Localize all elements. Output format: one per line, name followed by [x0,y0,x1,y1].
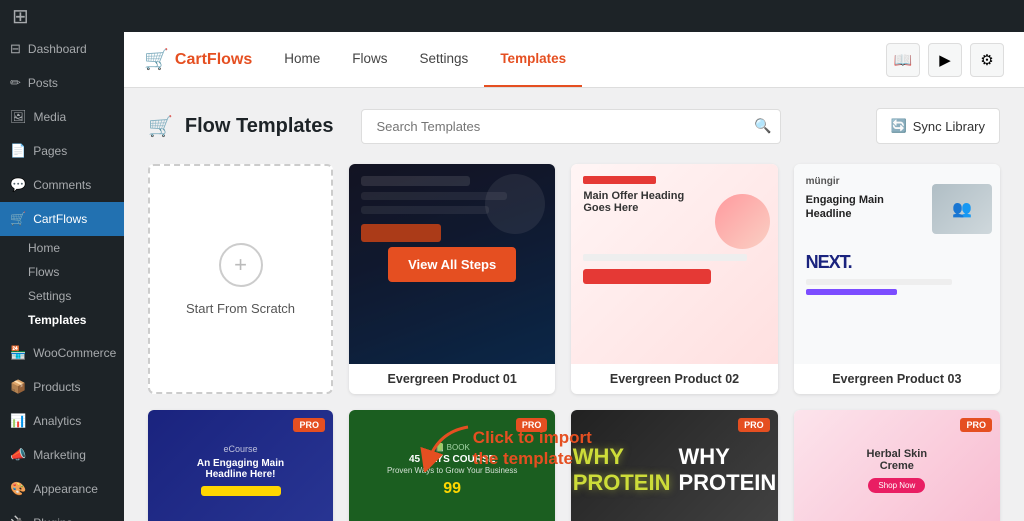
sidebar-sub-templates[interactable]: Templates [0,308,124,332]
arrow-svg [418,422,478,472]
cartflows-logo-icon: 🛒 [144,47,169,72]
template-img-1: View All Steps [349,164,555,364]
search-icon: 🔍 [754,118,771,135]
card1-overlay: View All Steps [349,164,555,364]
flow-templates-icon: 🛒 [148,114,173,139]
sidebar-item-woocommerce[interactable]: 🏪 WooCommerce [0,336,124,370]
tab-settings[interactable]: Settings [404,32,485,87]
video-icon-btn[interactable]: ▶ [928,43,962,77]
topnav-right-icons: 📖 ▶ ⚙ [886,43,1004,77]
cartflows-icon: 🛒 [10,211,26,227]
click-annotation: Click to importthe template [473,427,592,470]
cartflows-logo[interactable]: 🛒 CartFlows [144,47,252,72]
template-grid-row1: + Start From Scratch [148,164,1000,394]
top-nav-items: Home Flows Settings Templates [268,32,582,87]
sync-icon: 🔄 [891,118,907,134]
marketing-icon: 📣 [10,447,26,463]
sync-library-button[interactable]: 🔄 Sync Library [876,108,1000,144]
sidebar-item-marketing[interactable]: 📣 Marketing [0,438,124,472]
pro-badge-7: PRO [960,418,992,432]
scratch-plus-icon: + [219,243,263,287]
template-footer-1: Evergreen Product 01 [349,364,555,394]
tab-home[interactable]: Home [268,32,336,87]
page-header: 🛒 Flow Templates 🔍 🔄 Sync Library [148,108,1000,144]
sidebar-item-comments[interactable]: 💬 Comments [0,168,124,202]
sidebar-sub-settings[interactable]: Settings [0,284,124,308]
search-input[interactable] [361,109,781,144]
wp-logo-icon: ⊞ [12,4,29,29]
woocommerce-icon: 🏪 [10,345,26,361]
sidebar-sub-flows[interactable]: Flows [0,260,124,284]
pro-badge-4: PRO [293,418,325,432]
tab-templates[interactable]: Templates [484,32,582,87]
sidebar-item-products[interactable]: 📦 Products [0,370,124,404]
analytics-icon: 📊 [10,413,26,429]
pages-icon: 📄 [10,143,26,159]
sidebar-sub-home[interactable]: Home [0,236,124,260]
main-content: 🛒 CartFlows Home Flows Settings Template… [124,32,1024,521]
sidebar-item-cartflows[interactable]: 🛒 CartFlows [0,202,124,236]
scratch-label: Start From Scratch [186,301,295,316]
template-card-2[interactable]: Main Offer HeadingGoes Here Evergreen Pr… [571,164,777,394]
sidebar-item-dashboard[interactable]: ⊟ Dashboard [0,32,124,66]
sidebar-item-analytics[interactable]: 📊 Analytics [0,404,124,438]
tab-flows[interactable]: Flows [336,32,403,87]
appearance-icon: 🎨 [10,481,26,497]
dashboard-icon: ⊟ [10,41,21,57]
page-title: Flow Templates [185,115,334,138]
template-card-1[interactable]: View All Steps Evergreen Product 01 [349,164,555,394]
template-img-2: Main Offer HeadingGoes Here [571,164,777,364]
plugins-icon: 🔌 [10,515,26,521]
sidebar-item-posts[interactable]: ✏ Posts [0,66,124,100]
sidebar-item-media[interactable]: 🖼 Media [0,100,124,134]
cartflows-logo-text: CartFlows [175,51,252,69]
template-card-7[interactable]: PRO Herbal SkinCreme Shop Now [794,410,1000,521]
posts-icon: ✏ [10,75,21,91]
template-card-3[interactable]: müngir Engaging MainHeadline 👥 NEXT. Eve… [794,164,1000,394]
book-icon-btn[interactable]: 📖 [886,43,920,77]
template-footer-3: Evergreen Product 03 [794,364,1000,394]
comments-icon: 💬 [10,177,26,193]
top-nav: 🛒 CartFlows Home Flows Settings Template… [124,32,1024,88]
pro-badge-6: PRO [738,418,770,432]
template-footer-2: Evergreen Product 02 [571,364,777,394]
annotation-text: Click to importthe template [473,427,592,470]
scratch-card[interactable]: + Start From Scratch [148,164,333,394]
settings-icon-btn[interactable]: ⚙ [970,43,1004,77]
template-card-6[interactable]: PRO WHYPROTEIN WHYPROTEIN [571,410,777,521]
search-container: 🔍 [361,109,781,144]
sidebar-item-plugins[interactable]: 🔌 Plugins [0,506,124,521]
template-img-3: müngir Engaging MainHeadline 👥 NEXT. [794,164,1000,364]
view-all-steps-button[interactable]: View All Steps [388,247,516,282]
sidebar-item-appearance[interactable]: 🎨 Appearance [0,472,124,506]
media-icon: 🖼 [10,109,27,125]
sidebar: ⊟ Dashboard ✏ Posts 🖼 Media 📄 Pages 💬 Co… [0,32,124,521]
sidebar-item-pages[interactable]: 📄 Pages [0,134,124,168]
products-icon: 📦 [10,379,26,395]
template-card-4[interactable]: PRO eCourse An Engaging MainHeadline Her… [148,410,333,521]
page-content: 🛒 Flow Templates 🔍 🔄 Sync Library + Star… [124,88,1024,521]
